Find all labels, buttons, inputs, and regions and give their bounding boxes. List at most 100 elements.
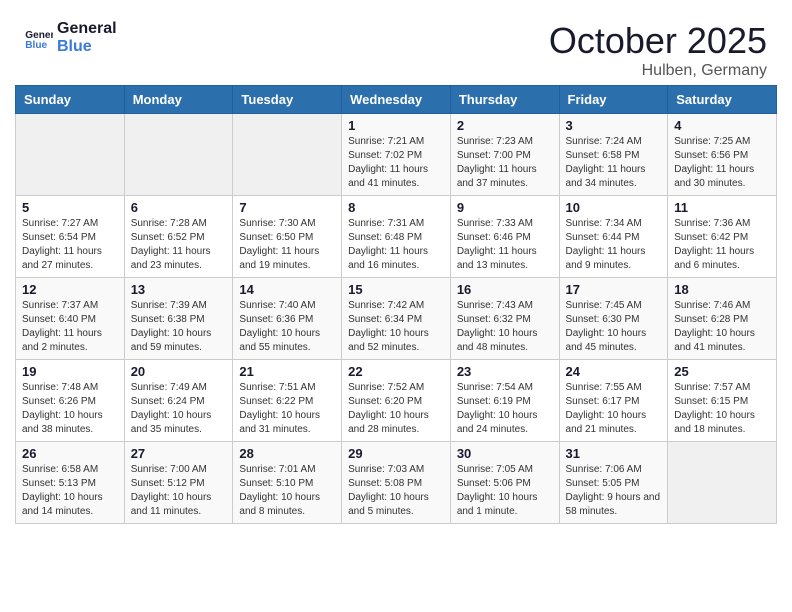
day-cell: 20 Sunrise: 7:49 AMSunset: 6:24 PMDayligh… bbox=[124, 360, 233, 442]
page-header: General Blue General Blue October 2025 H… bbox=[10, 10, 782, 85]
day-cell: 16 Sunrise: 7:43 AMSunset: 6:32 PMDayligh… bbox=[450, 278, 559, 360]
weekday-header-sunday: Sunday bbox=[16, 86, 125, 114]
day-cell: 31 Sunrise: 7:06 AMSunset: 5:05 PMDayligh… bbox=[559, 442, 668, 524]
day-info: Sunrise: 7:55 AMSunset: 6:17 PMDaylight:… bbox=[566, 381, 662, 437]
day-info: Sunrise: 7:31 AMSunset: 6:48 PMDaylight:… bbox=[348, 217, 444, 273]
day-cell: 26 Sunrise: 6:58 AMSunset: 5:13 PMDayligh… bbox=[16, 442, 125, 524]
day-cell: 24 Sunrise: 7:55 AMSunset: 6:17 PMDayligh… bbox=[559, 360, 668, 442]
day-number: 15 bbox=[348, 282, 444, 297]
day-cell: 12Sunrise: 7:37 AMSunset: 6:40 PMDayligh… bbox=[16, 278, 125, 360]
calendar-title: October 2025 Hulben, Germany bbox=[549, 20, 767, 80]
day-cell: 27 Sunrise: 7:00 AMSunset: 5:12 PMDayligh… bbox=[124, 442, 233, 524]
day-cell bbox=[233, 114, 342, 196]
day-number: 14 bbox=[239, 282, 335, 297]
day-cell: 29 Sunrise: 7:03 AMSunset: 5:08 PMDayligh… bbox=[342, 442, 451, 524]
day-info: Sunrise: 7:23 AMSunset: 7:00 PMDaylight:… bbox=[457, 135, 553, 191]
day-info: Sunrise: 7:30 AMSunset: 6:50 PMDaylight:… bbox=[239, 217, 335, 273]
day-number: 17 bbox=[566, 282, 662, 297]
day-number: 31 bbox=[566, 446, 662, 461]
day-cell: 30Sunrise: 7:05 AMSunset: 5:06 PMDayligh… bbox=[450, 442, 559, 524]
day-number: 24 bbox=[566, 364, 662, 379]
day-info: Sunrise: 7:45 AMSunset: 6:30 PMDaylight:… bbox=[566, 299, 662, 355]
svg-text:Blue: Blue bbox=[25, 40, 47, 49]
day-number: 27 bbox=[131, 446, 227, 461]
day-number: 4 bbox=[674, 118, 770, 133]
day-info: Sunrise: 7:51 AMSunset: 6:22 PMDaylight:… bbox=[239, 381, 335, 437]
day-cell: 17 Sunrise: 7:45 AMSunset: 6:30 PMDayligh… bbox=[559, 278, 668, 360]
day-cell: 25 Sunrise: 7:57 AMSunset: 6:15 PMDayligh… bbox=[668, 360, 777, 442]
day-cell bbox=[16, 114, 125, 196]
day-info: Sunrise: 7:00 AMSunset: 5:12 PMDaylight:… bbox=[131, 463, 227, 519]
day-cell: 7Sunrise: 7:30 AMSunset: 6:50 PMDaylight… bbox=[233, 196, 342, 278]
day-info: Sunrise: 7:27 AMSunset: 6:54 PMDaylight:… bbox=[22, 217, 118, 273]
weekday-header-wednesday: Wednesday bbox=[342, 86, 451, 114]
day-cell: 8 Sunrise: 7:31 AMSunset: 6:48 PMDaylight… bbox=[342, 196, 451, 278]
day-number: 16 bbox=[457, 282, 553, 297]
week-row-1: 1Sunrise: 7:21 AMSunset: 7:02 PMDaylight… bbox=[16, 114, 777, 196]
day-number: 2 bbox=[457, 118, 553, 133]
day-info: Sunrise: 7:37 AMSunset: 6:40 PMDaylight:… bbox=[22, 299, 118, 355]
day-number: 6 bbox=[131, 200, 227, 215]
week-row-3: 12Sunrise: 7:37 AMSunset: 6:40 PMDayligh… bbox=[16, 278, 777, 360]
day-cell: 6 Sunrise: 7:28 AMSunset: 6:52 PMDaylight… bbox=[124, 196, 233, 278]
day-info: Sunrise: 7:34 AMSunset: 6:44 PMDaylight:… bbox=[566, 217, 662, 273]
day-info: Sunrise: 7:48 AMSunset: 6:26 PMDaylight:… bbox=[22, 381, 118, 437]
day-cell: 5 Sunrise: 7:27 AMSunset: 6:54 PMDaylight… bbox=[16, 196, 125, 278]
week-row-5: 26 Sunrise: 6:58 AMSunset: 5:13 PMDayligh… bbox=[16, 442, 777, 524]
day-info: Sunrise: 7:03 AMSunset: 5:08 PMDaylight:… bbox=[348, 463, 444, 519]
day-number: 25 bbox=[674, 364, 770, 379]
day-number: 28 bbox=[239, 446, 335, 461]
day-info: Sunrise: 6:58 AMSunset: 5:13 PMDaylight:… bbox=[22, 463, 118, 519]
day-number: 5 bbox=[22, 200, 118, 215]
day-number: 10 bbox=[566, 200, 662, 215]
day-number: 9 bbox=[457, 200, 553, 215]
day-cell: 9Sunrise: 7:33 AMSunset: 6:46 PMDaylight… bbox=[450, 196, 559, 278]
day-info: Sunrise: 7:57 AMSunset: 6:15 PMDaylight:… bbox=[674, 381, 770, 437]
day-info: Sunrise: 7:28 AMSunset: 6:52 PMDaylight:… bbox=[131, 217, 227, 273]
day-number: 3 bbox=[566, 118, 662, 133]
day-number: 29 bbox=[348, 446, 444, 461]
day-number: 11 bbox=[674, 200, 770, 215]
day-cell: 18 Sunrise: 7:46 AMSunset: 6:28 PMDayligh… bbox=[668, 278, 777, 360]
logo-icon: General Blue bbox=[25, 27, 53, 49]
day-cell: 28 Sunrise: 7:01 AMSunset: 5:10 PMDayligh… bbox=[233, 442, 342, 524]
day-cell: 13Sunrise: 7:39 AMSunset: 6:38 PMDayligh… bbox=[124, 278, 233, 360]
day-number: 26 bbox=[22, 446, 118, 461]
day-cell bbox=[124, 114, 233, 196]
day-info: Sunrise: 7:42 AMSunset: 6:34 PMDaylight:… bbox=[348, 299, 444, 355]
calendar-table: SundayMondayTuesdayWednesdayThursdayFrid… bbox=[15, 85, 777, 524]
week-row-2: 5 Sunrise: 7:27 AMSunset: 6:54 PMDaylight… bbox=[16, 196, 777, 278]
day-info: Sunrise: 7:43 AMSunset: 6:32 PMDaylight:… bbox=[457, 299, 553, 355]
weekday-header-row: SundayMondayTuesdayWednesdayThursdayFrid… bbox=[16, 86, 777, 114]
logo-general: General bbox=[57, 20, 117, 38]
day-info: Sunrise: 7:01 AMSunset: 5:10 PMDaylight:… bbox=[239, 463, 335, 519]
day-cell: 14Sunrise: 7:40 AMSunset: 6:36 PMDayligh… bbox=[233, 278, 342, 360]
month-year: October 2025 bbox=[549, 20, 767, 62]
day-info: Sunrise: 7:46 AMSunset: 6:28 PMDaylight:… bbox=[674, 299, 770, 355]
day-cell: 3 Sunrise: 7:24 AMSunset: 6:58 PMDaylight… bbox=[559, 114, 668, 196]
day-cell: 21 Sunrise: 7:51 AMSunset: 6:22 PMDayligh… bbox=[233, 360, 342, 442]
day-number: 8 bbox=[348, 200, 444, 215]
day-cell: 2 Sunrise: 7:23 AMSunset: 7:00 PMDaylight… bbox=[450, 114, 559, 196]
day-number: 21 bbox=[239, 364, 335, 379]
day-info: Sunrise: 7:49 AMSunset: 6:24 PMDaylight:… bbox=[131, 381, 227, 437]
day-info: Sunrise: 7:54 AMSunset: 6:19 PMDaylight:… bbox=[457, 381, 553, 437]
day-cell: 19 Sunrise: 7:48 AMSunset: 6:26 PMDayligh… bbox=[16, 360, 125, 442]
weekday-header-monday: Monday bbox=[124, 86, 233, 114]
day-cell: 15 Sunrise: 7:42 AMSunset: 6:34 PMDayligh… bbox=[342, 278, 451, 360]
day-number: 1 bbox=[348, 118, 444, 133]
day-cell: 4Sunrise: 7:25 AMSunset: 6:56 PMDaylight… bbox=[668, 114, 777, 196]
logo: General Blue General Blue bbox=[25, 20, 117, 57]
day-number: 20 bbox=[131, 364, 227, 379]
day-number: 30 bbox=[457, 446, 553, 461]
day-number: 18 bbox=[674, 282, 770, 297]
day-cell bbox=[668, 442, 777, 524]
day-cell: 23Sunrise: 7:54 AMSunset: 6:19 PMDayligh… bbox=[450, 360, 559, 442]
day-cell: 22Sunrise: 7:52 AMSunset: 6:20 PMDayligh… bbox=[342, 360, 451, 442]
day-info: Sunrise: 7:24 AMSunset: 6:58 PMDaylight:… bbox=[566, 135, 662, 191]
weekday-header-friday: Friday bbox=[559, 86, 668, 114]
day-cell: 11Sunrise: 7:36 AMSunset: 6:42 PMDayligh… bbox=[668, 196, 777, 278]
day-number: 19 bbox=[22, 364, 118, 379]
day-info: Sunrise: 7:06 AMSunset: 5:05 PMDaylight:… bbox=[566, 463, 662, 519]
weekday-header-saturday: Saturday bbox=[668, 86, 777, 114]
